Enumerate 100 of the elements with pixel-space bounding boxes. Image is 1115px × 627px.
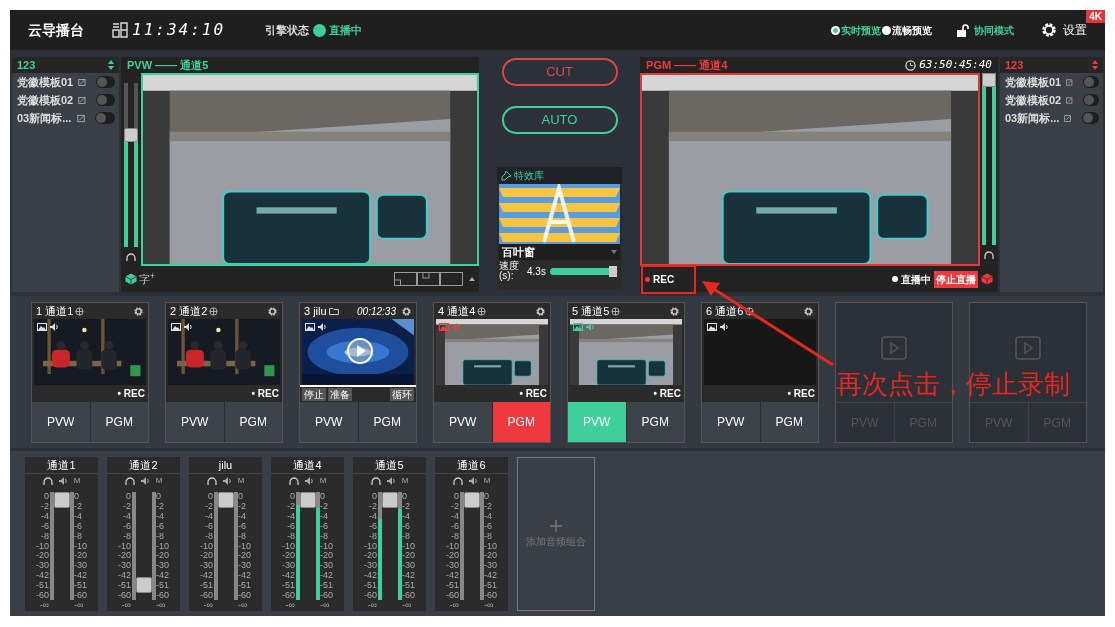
scale-label: 0 [126, 492, 131, 501]
template-name[interactable]: 党徽模板01 [17, 73, 74, 91]
toggle-switch[interactable] [96, 94, 115, 106]
cube-icon[interactable] [125, 273, 137, 285]
slider-thumb[interactable] [124, 128, 138, 142]
settings-icon[interactable] [1040, 21, 1058, 39]
radio-button[interactable] [831, 25, 840, 35]
pvw-button[interactable]: PVW [702, 402, 761, 442]
headphone-icon[interactable] [370, 476, 381, 486]
speaker-icon[interactable] [140, 477, 150, 485]
mute-button[interactable]: M [237, 475, 245, 487]
settings-icon[interactable] [267, 305, 278, 317]
pgm-button[interactable]: PGM [626, 402, 684, 442]
edit-icon[interactable] [1066, 95, 1073, 105]
headphone-icon[interactable] [206, 476, 217, 486]
speaker-icon[interactable] [184, 323, 193, 331]
preview-mode-label[interactable]: 实时预览 [841, 22, 881, 38]
preview-mode-label[interactable]: 流畅预览 [892, 22, 932, 38]
image-icon[interactable] [573, 323, 583, 331]
volume-slider[interactable] [982, 73, 996, 245]
mute-button[interactable]: M [319, 475, 327, 487]
scale-label: -20 [446, 551, 459, 561]
mute-button[interactable]: M [73, 475, 81, 487]
edit-icon[interactable] [1064, 113, 1072, 123]
edit-icon[interactable] [78, 95, 86, 105]
headphone-icon[interactable] [984, 251, 994, 260]
caret-icon[interactable] [611, 250, 617, 254]
pgm-button[interactable]: PGM [224, 402, 282, 442]
pvw-button[interactable]: PVW [32, 402, 91, 442]
clock-icon [905, 59, 917, 71]
media-control-button[interactable]: 停止 [302, 388, 326, 401]
headphone-icon[interactable] [126, 253, 136, 262]
settings-icon[interactable] [803, 305, 814, 317]
volume-slider[interactable] [124, 83, 138, 247]
settings-icon[interactable] [133, 305, 144, 317]
add-caption-button[interactable]: 字$^{+}$ [139, 270, 155, 288]
scale-label: -60 [446, 591, 459, 601]
pgm-button[interactable]: PGM [492, 402, 550, 442]
template-name[interactable]: 党徽模板02 [1005, 91, 1062, 109]
toggle-switch[interactable] [96, 76, 115, 88]
pvw-button[interactable]: PVW [434, 402, 493, 442]
lock-icon[interactable] [957, 23, 969, 37]
headphone-icon[interactable] [288, 476, 299, 486]
scale-label: -60 [156, 591, 169, 601]
effect-dropdown[interactable]: 百叶窗 [499, 244, 620, 260]
pgm-button[interactable]: PGM [760, 402, 818, 442]
mute-button[interactable]: M [483, 475, 491, 487]
speed-slider[interactable] [549, 267, 618, 275]
toggle-switch[interactable] [95, 112, 115, 124]
speaker-icon[interactable] [318, 323, 327, 331]
mute-button[interactable]: M [155, 475, 163, 487]
template-name[interactable]: 03新闻标... [17, 109, 73, 127]
scale-label: -6 [156, 521, 164, 531]
sort-icon[interactable] [1092, 60, 1098, 70]
pvw-button[interactable]: PVW [166, 402, 225, 442]
scale-label: -30 [156, 561, 169, 571]
settings-icon[interactable] [401, 305, 412, 317]
mute-button[interactable]: M [401, 475, 409, 487]
scale-label: -∞ [402, 600, 412, 610]
headphone-icon[interactable] [452, 476, 463, 486]
headphone-icon[interactable] [42, 476, 53, 486]
headphone-icon[interactable] [124, 476, 135, 486]
speaker-icon[interactable] [304, 477, 314, 485]
media-control-button[interactable]: 循环 [390, 388, 414, 401]
pgm-button[interactable]: PGM [358, 402, 416, 442]
speaker-icon[interactable] [50, 323, 59, 331]
expand-icon[interactable] [468, 277, 475, 281]
speaker-icon[interactable] [386, 477, 396, 485]
edit-icon[interactable] [77, 113, 86, 123]
auto-button[interactable]: AUTO [501, 106, 618, 134]
radio-button[interactable] [882, 25, 891, 35]
scale-label: -∞ [320, 600, 330, 610]
layout-icon[interactable] [393, 272, 464, 286]
scale-label: -∞ [74, 600, 84, 610]
template-name[interactable]: 党徽模板02 [17, 91, 74, 109]
pgm-button[interactable]: PGM [90, 402, 148, 442]
toggle-switch[interactable] [1081, 112, 1099, 124]
media-control-button[interactable]: 准备 [328, 388, 352, 401]
blinds-effect-drawing[interactable] [499, 184, 620, 244]
speaker-icon[interactable] [468, 477, 478, 485]
template-name[interactable]: 党徽模板01 [1005, 73, 1062, 91]
speaker-icon[interactable] [58, 477, 68, 485]
speaker-icon[interactable] [720, 323, 729, 331]
speaker-icon[interactable] [222, 477, 232, 485]
edit-icon[interactable] [78, 77, 86, 87]
collab-mode-link[interactable]: 协同模式 [974, 22, 1014, 38]
settings-icon[interactable] [669, 305, 680, 317]
rec-button[interactable]: REC [653, 271, 675, 287]
toggle-switch[interactable] [1082, 76, 1099, 88]
settings-link[interactable]: 设置 [1063, 21, 1087, 39]
edit-icon[interactable] [1066, 77, 1073, 87]
template-name[interactable]: 03新闻标... [1005, 109, 1060, 127]
stop-live-button[interactable]: 停止直播 [934, 270, 978, 288]
sort-icon[interactable] [108, 60, 114, 70]
scale-label: -51 [200, 581, 213, 591]
cube-icon[interactable] [981, 273, 993, 285]
pvw-button[interactable]: PVW [300, 402, 359, 442]
slider-thumb[interactable] [982, 73, 996, 87]
settings-icon[interactable] [535, 305, 546, 317]
toggle-switch[interactable] [1082, 94, 1099, 106]
